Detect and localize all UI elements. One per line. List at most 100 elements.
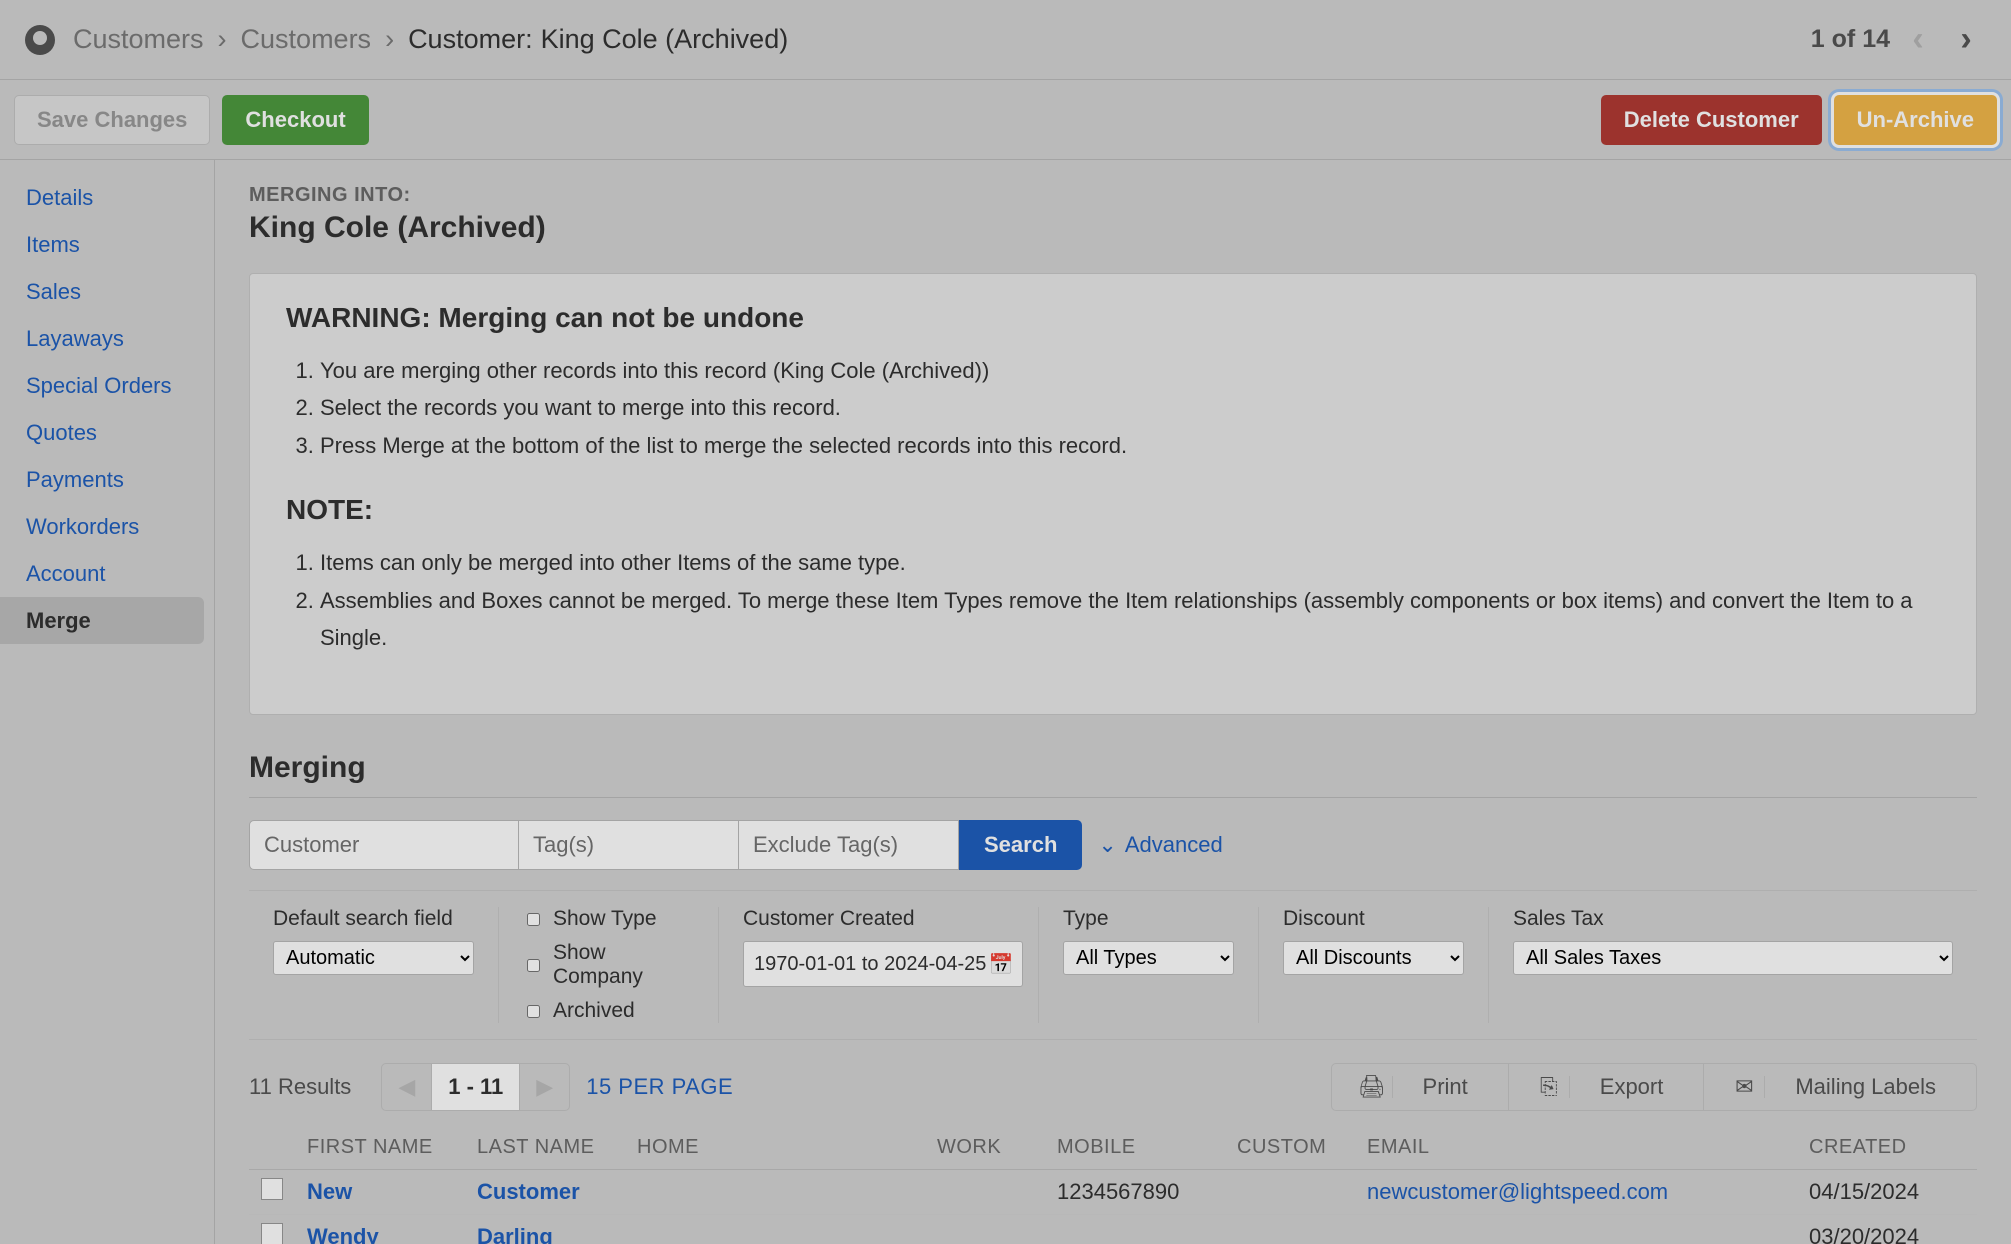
- warning-steps: You are merging other records into this …: [286, 352, 1940, 464]
- results-pager-range: 1 - 11: [432, 1064, 520, 1110]
- customer-created-label: Customer Created: [743, 907, 1014, 931]
- warning-panel: WARNING: Merging can not be undone You a…: [249, 273, 1977, 715]
- tags-input[interactable]: [519, 820, 739, 870]
- warning-title: WARNING: Merging can not be undone: [286, 302, 1940, 334]
- mail-icon: ✉: [1724, 1076, 1765, 1098]
- show-type-checkbox[interactable]: [527, 913, 540, 926]
- filter-row: Default search field Automatic Show Type…: [249, 890, 1977, 1040]
- sidebar-item-payments[interactable]: Payments: [0, 456, 214, 503]
- results-pager-next[interactable]: ▶: [520, 1064, 569, 1110]
- warning-step: Press Merge at the bottom of the list to…: [320, 427, 1940, 464]
- breadcrumb: Customers › Customers › Customer: King C…: [0, 0, 2011, 80]
- show-company-checkbox[interactable]: [527, 959, 540, 972]
- default-search-select[interactable]: Automatic: [273, 941, 474, 975]
- warning-step: You are merging other records into this …: [320, 352, 1940, 389]
- merging-section-title: Merging: [249, 751, 1977, 785]
- export-button[interactable]: ⎘Export: [1509, 1064, 1705, 1110]
- discount-label: Discount: [1283, 907, 1464, 931]
- row-mobile: [1045, 1215, 1225, 1244]
- chevron-down-icon: ⌄: [1098, 832, 1116, 858]
- breadcrumb-root[interactable]: Customers: [73, 24, 204, 55]
- user-icon: [25, 25, 55, 55]
- calendar-icon: 📅: [990, 953, 1012, 975]
- note-item: Items can only be merged into other Item…: [320, 544, 1940, 581]
- row-custom: [1225, 1170, 1355, 1215]
- results-pager: ◀ 1 - 11 ▶: [381, 1063, 570, 1111]
- salestax-select[interactable]: All Sales Taxes: [1513, 941, 1953, 975]
- type-select[interactable]: All Types: [1063, 941, 1234, 975]
- row-email-link[interactable]: newcustomer@lightspeed.com: [1367, 1179, 1668, 1204]
- row-firstname[interactable]: Wendy: [295, 1215, 465, 1244]
- mailing-labels-button[interactable]: ✉Mailing Labels: [1704, 1064, 1976, 1110]
- results-pager-prev[interactable]: ◀: [382, 1064, 432, 1110]
- type-label: Type: [1063, 907, 1234, 931]
- record-pager: 1 of 14 ‹ ›: [1811, 20, 1986, 59]
- row-select-checkbox[interactable]: [261, 1223, 283, 1244]
- per-page-toggle[interactable]: 15 PER PAGE: [586, 1074, 733, 1100]
- pager-prev-button: ‹: [1898, 20, 1938, 59]
- search-button[interactable]: Search: [959, 820, 1082, 870]
- sidebar-item-sales[interactable]: Sales: [0, 268, 214, 315]
- col-created: CREATED: [1797, 1126, 1977, 1170]
- merging-into-label: MERGING INTO:: [249, 184, 1977, 207]
- customer-search-input[interactable]: [249, 820, 519, 870]
- pager-label: 1 of 14: [1811, 25, 1890, 54]
- chevron-right-icon: ›: [218, 24, 227, 55]
- export-icon: ⎘: [1529, 1076, 1570, 1098]
- breadcrumb-current-prefix: Customer:: [408, 24, 533, 55]
- advanced-toggle[interactable]: ⌄ Advanced: [1098, 832, 1222, 858]
- row-work: [925, 1170, 1045, 1215]
- row-lastname[interactable]: Darling: [465, 1215, 625, 1244]
- unarchive-button[interactable]: Un-Archive: [1834, 95, 1997, 145]
- row-lastname[interactable]: Customer: [465, 1170, 625, 1215]
- breadcrumb-current-name: King Cole (Archived): [541, 24, 789, 55]
- row-work: [925, 1215, 1045, 1244]
- table-row: WendyDarling 03/20/2024: [249, 1215, 1977, 1244]
- row-home: [625, 1170, 925, 1215]
- merging-into-name: King Cole (Archived): [249, 211, 1977, 245]
- print-icon: 🖨: [1352, 1076, 1393, 1098]
- note-list: Items can only be merged into other Item…: [286, 544, 1940, 656]
- sidebar: Details Items Sales Layaways Special Ord…: [0, 160, 215, 1244]
- default-search-label: Default search field: [273, 907, 474, 931]
- show-company-label: Show Company: [553, 941, 694, 989]
- action-bar: Save Changes Checkout Delete Customer Un…: [0, 80, 2011, 160]
- row-email: [1355, 1215, 1797, 1244]
- col-email: EMAIL: [1355, 1126, 1797, 1170]
- note-item: Assemblies and Boxes cannot be merged. T…: [320, 582, 1940, 657]
- sidebar-item-special-orders[interactable]: Special Orders: [0, 362, 214, 409]
- print-button[interactable]: 🖨Print: [1332, 1064, 1509, 1110]
- show-type-label: Show Type: [553, 907, 657, 931]
- checkout-button[interactable]: Checkout: [222, 95, 368, 145]
- row-firstname[interactable]: New: [295, 1170, 465, 1215]
- delete-customer-button[interactable]: Delete Customer: [1601, 95, 1822, 145]
- breadcrumb-level2[interactable]: Customers: [241, 24, 372, 55]
- sidebar-item-workorders[interactable]: Workorders: [0, 503, 214, 550]
- discount-select[interactable]: All Discounts: [1283, 941, 1464, 975]
- sidebar-item-layaways[interactable]: Layaways: [0, 315, 214, 362]
- sidebar-item-details[interactable]: Details: [0, 174, 214, 221]
- main-content: MERGING INTO: King Cole (Archived) WARNI…: [215, 160, 2011, 1244]
- chevron-right-icon: ›: [385, 24, 394, 55]
- pager-next-button[interactable]: ›: [1946, 20, 1986, 59]
- exclude-tags-input[interactable]: [739, 820, 959, 870]
- sidebar-item-quotes[interactable]: Quotes: [0, 409, 214, 456]
- customer-created-input[interactable]: 1970-01-01 to 2024-04-25 📅: [743, 941, 1023, 987]
- row-created: 04/15/2024: [1797, 1170, 1977, 1215]
- save-button: Save Changes: [14, 95, 210, 145]
- customer-created-value: 1970-01-01 to 2024-04-25: [754, 953, 986, 976]
- archived-checkbox[interactable]: [527, 1005, 540, 1018]
- table-row: NewCustomer1234567890newcustomer@lightsp…: [249, 1170, 1977, 1215]
- warning-step: Select the records you want to merge int…: [320, 389, 1940, 426]
- row-select-checkbox[interactable]: [261, 1178, 283, 1200]
- row-home: [625, 1215, 925, 1244]
- row-created: 03/20/2024: [1797, 1215, 1977, 1244]
- note-title: NOTE:: [286, 494, 1940, 526]
- archived-label: Archived: [553, 999, 635, 1023]
- salestax-label: Sales Tax: [1513, 907, 1953, 931]
- sidebar-item-items[interactable]: Items: [0, 221, 214, 268]
- sidebar-item-merge[interactable]: Merge: [0, 597, 204, 644]
- sidebar-item-account[interactable]: Account: [0, 550, 214, 597]
- row-custom: [1225, 1215, 1355, 1244]
- results-table: FIRST NAME LAST NAME HOME WORK MOBILE CU…: [249, 1126, 1977, 1244]
